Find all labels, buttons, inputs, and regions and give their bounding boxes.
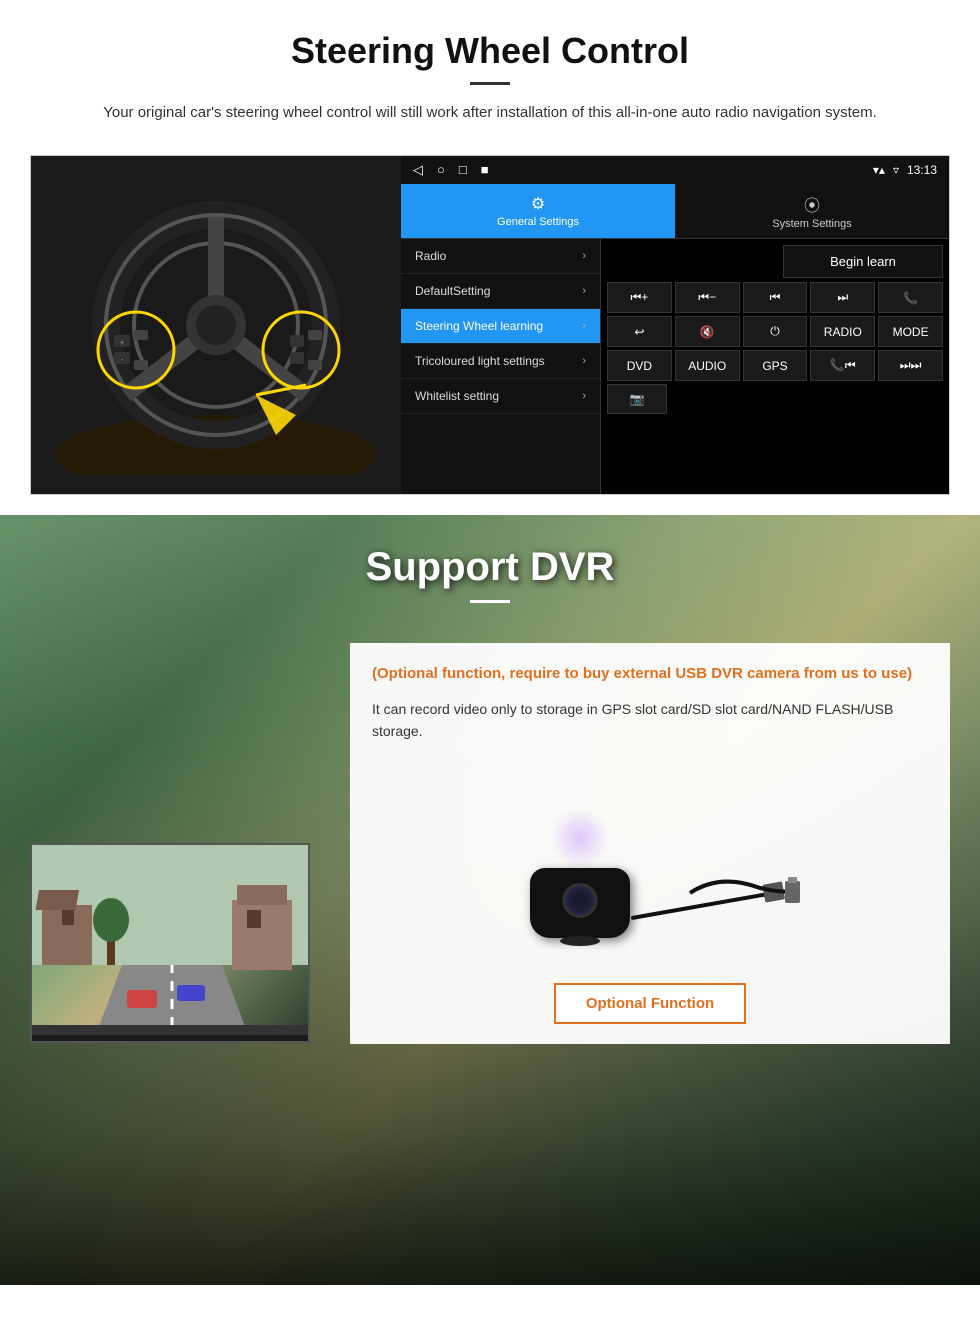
dvr-divider <box>470 600 510 603</box>
mode-btn[interactable]: MODE <box>878 316 943 347</box>
menu-icon[interactable]: ■ <box>481 162 489 178</box>
vol-down-btn[interactable]: ⏮− <box>675 282 740 313</box>
tab-general-settings[interactable]: ⚙ General Settings <box>401 184 675 239</box>
section1-title: Steering Wheel Control <box>60 30 920 72</box>
next-btn[interactable]: ⏭ <box>810 282 875 313</box>
android-topbar: ◁ ○ □ ■ ▾▴ ▿ 13:13 <box>401 156 949 184</box>
steering-wheel-svg: + - <box>46 175 386 475</box>
menu-item-steering[interactable]: Steering Wheel learning › <box>401 309 600 344</box>
section1-description: Your original car's steering wheel contr… <box>60 101 920 125</box>
usb-plug-svg <box>680 863 800 923</box>
call-prev-btn[interactable]: 📞⏮ <box>810 350 875 381</box>
svg-text:+: + <box>120 340 124 347</box>
road-scene-svg <box>32 845 310 1043</box>
phone-btn[interactable]: 📞 <box>878 282 943 313</box>
menu-item-whitelist[interactable]: Whitelist setting › <box>401 379 600 414</box>
chevron-icon: › <box>582 250 586 262</box>
camera-light-effect <box>550 808 610 868</box>
menu-default-label: DefaultSetting <box>415 284 490 298</box>
steering-wheel-image: + - <box>31 156 401 494</box>
settings-tabs: ⚙ General Settings ⦿ System Settings <box>401 184 949 239</box>
menu-tricolour-label: Tricoloured light settings <box>415 354 545 368</box>
back-call-btn[interactable]: ↩ <box>607 316 672 347</box>
optional-function-button[interactable]: Optional Function <box>554 983 746 1024</box>
back-icon[interactable]: ◁ <box>413 162 423 178</box>
prev-btn[interactable]: ⏮ <box>743 282 808 313</box>
dvd-btn[interactable]: DVD <box>607 350 672 381</box>
control-panel: Begin learn ⏮+ ⏮− ⏮ ⏭ 📞 ↩ 🔇 ⏻ RADIO MODE <box>601 239 949 494</box>
dvr-info-box: (Optional function, require to buy exter… <box>350 643 950 1044</box>
dvr-inset-image <box>30 843 310 1043</box>
tab-general-label: General Settings <box>497 216 579 228</box>
camera-btn[interactable]: 📷 <box>607 384 667 414</box>
audio-btn[interactable]: AUDIO <box>675 350 740 381</box>
gps-btn[interactable]: GPS <box>743 350 808 381</box>
menu-steering-label: Steering Wheel learning <box>415 319 543 333</box>
menu-item-default[interactable]: DefaultSetting › <box>401 274 600 309</box>
wifi-icon: ▿ <box>893 163 899 177</box>
tab-system-settings[interactable]: ⦿ System Settings <box>675 184 949 239</box>
dvr-content: (Optional function, require to buy exter… <box>0 623 980 1064</box>
menu-item-radio[interactable]: Radio › <box>401 239 600 274</box>
dvr-optional-text: (Optional function, require to buy exter… <box>372 663 928 686</box>
home-icon[interactable]: ○ <box>437 162 445 178</box>
begin-learn-row: Begin learn <box>607 245 943 278</box>
begin-learn-button[interactable]: Begin learn <box>783 245 943 278</box>
control-grid-row4: 📷 <box>607 384 943 414</box>
mute-btn[interactable]: 🔇 <box>675 316 740 347</box>
radio-btn[interactable]: RADIO <box>810 316 875 347</box>
dvr-description: It can record video only to storage in G… <box>372 698 928 743</box>
time-display: 13:13 <box>907 163 937 177</box>
power-btn[interactable]: ⏻ <box>743 316 808 347</box>
recents-icon[interactable]: □ <box>459 162 467 178</box>
nav-icons: ◁ ○ □ ■ <box>413 162 489 178</box>
section1-divider <box>470 82 510 85</box>
dvr-title-area: Support DVR <box>0 515 980 623</box>
android-ui-panel: ◁ ○ □ ■ ▾▴ ▿ 13:13 ⚙ General Settings ⦿ … <box>401 156 949 494</box>
vol-up-btn[interactable]: ⏮+ <box>607 282 672 313</box>
dvr-section: Support DVR <box>0 515 980 1285</box>
chevron-icon: › <box>582 320 586 332</box>
menu-list: Radio › DefaultSetting › Steering Wheel … <box>401 239 601 494</box>
general-settings-icon: ⚙ <box>531 194 545 214</box>
section1-header: Steering Wheel Control Your original car… <box>0 0 980 135</box>
status-bar: ▾▴ ▿ 13:13 <box>873 163 937 177</box>
skip-btn[interactable]: ⏭⏭ <box>878 350 943 381</box>
system-settings-icon: ⦿ <box>804 192 820 216</box>
control-grid-row3: DVD AUDIO GPS 📞⏮ ⏭⏭ <box>607 350 943 381</box>
camera-body <box>530 868 630 938</box>
control-grid-row2: ↩ 🔇 ⏻ RADIO MODE <box>607 316 943 347</box>
dvr-left-panel <box>30 643 330 1043</box>
steering-ui-panel: + - ◁ ○ □ ■ ▾▴ ▿ <box>30 155 950 495</box>
chevron-icon: › <box>582 390 586 402</box>
optional-function-area: Optional Function <box>372 973 928 1024</box>
ui-body: Radio › DefaultSetting › Steering Wheel … <box>401 239 949 494</box>
chevron-icon: › <box>582 285 586 297</box>
signal-icon: ▾▴ <box>873 163 885 177</box>
menu-whitelist-label: Whitelist setting <box>415 389 499 403</box>
chevron-icon: › <box>582 355 586 367</box>
dvr-title: Support DVR <box>0 545 980 590</box>
dvr-camera-illustration <box>500 758 800 958</box>
tab-system-label: System Settings <box>772 218 851 230</box>
menu-radio-label: Radio <box>415 249 446 263</box>
camera-lens <box>563 883 598 918</box>
control-grid-row1: ⏮+ ⏮− ⏮ ⏭ 📞 <box>607 282 943 313</box>
menu-item-tricolour[interactable]: Tricoloured light settings › <box>401 344 600 379</box>
